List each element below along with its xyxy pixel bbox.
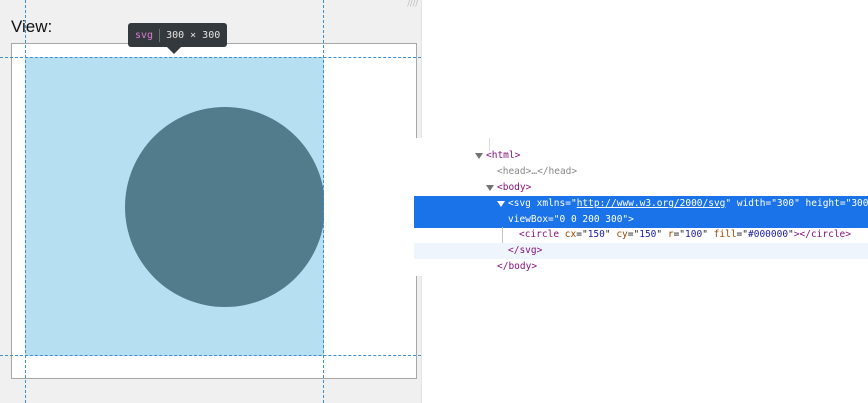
guide-bottom: [0, 355, 421, 356]
svg-height-attr: height: [805, 198, 840, 209]
rendered-circle[interactable]: [125, 107, 324, 307]
svg-close-bracket: >: [628, 214, 634, 225]
svg-close-tag: </svg>: [508, 245, 543, 256]
svg-xmlns-attr: xmlns: [536, 198, 566, 209]
circle-cx-value: 150: [587, 229, 605, 240]
element-size-tooltip: svg 300 × 300: [128, 23, 228, 47]
resize-grip[interactable]: ////: [400, 0, 418, 8]
svg-height-value: 300: [851, 198, 868, 209]
dom-node-html[interactable]: <html>: [414, 148, 868, 164]
dom-node-body[interactable]: <body>: [414, 180, 868, 196]
body-close-tag: </body>: [497, 261, 538, 272]
svg-element-highlight[interactable]: [25, 57, 324, 356]
circle-r-value: 100: [685, 229, 703, 240]
head-open-tag: <head>: [497, 166, 532, 177]
dom-node-circle[interactable]: <circle cx="150" cy="150" r="100" fill="…: [414, 227, 868, 243]
dom-node-svg-selected[interactable]: <svg xmlns="http://www.w3.org/2000/svg" …: [414, 196, 868, 228]
head-close-tag: </head>: [537, 166, 578, 177]
circle-cy-attr: cy: [616, 229, 628, 240]
svg-width-attr: width: [736, 198, 766, 209]
dom-node-head[interactable]: <head>…</head>: [414, 164, 868, 180]
guide-left: [25, 0, 26, 403]
body-open-tag: <body>: [497, 182, 532, 193]
circle-close-tag: ></circle>: [793, 229, 851, 240]
circle-open-tag: <circle: [519, 229, 560, 240]
svg-xmlns-link[interactable]: http://www.w3.org/2000/svg: [577, 198, 726, 209]
circle-fill-value: #000000: [748, 229, 789, 240]
elements-panel: <html> <head>…</head> <body> <svg xmlns=…: [414, 138, 868, 276]
tooltip-tag: svg: [135, 29, 154, 41]
tooltip-dimensions: 300 × 300: [166, 29, 221, 41]
guide-right: [323, 0, 324, 403]
circle-cy-value: 150: [639, 229, 657, 240]
dom-node-body-close[interactable]: </body>: [414, 259, 868, 275]
circle-r-attr: r: [667, 229, 674, 240]
guide-top: [0, 57, 421, 58]
expand-triangle-icon[interactable]: [497, 200, 505, 207]
dom-node-svg-close[interactable]: </svg>: [414, 243, 868, 259]
expand-triangle-icon[interactable]: [486, 184, 494, 191]
tooltip-arrow: [167, 47, 181, 54]
tooltip-divider: [159, 28, 161, 42]
circle-fill-attr: fill: [713, 229, 737, 240]
view-label: View:: [11, 17, 53, 36]
circle-cx-attr: cx: [564, 229, 577, 240]
svg-viewbox-value: 0 0 200 300: [559, 214, 623, 225]
svg-open-tag: <svg: [508, 198, 531, 209]
svg-viewbox-attr: viewBox: [508, 214, 549, 225]
rendered-svg: [125, 107, 324, 307]
svg-width-value: 300: [776, 198, 795, 209]
expand-triangle-icon[interactable]: [475, 152, 483, 159]
html-tag: <html>: [486, 150, 521, 161]
view-panel: //// View: svg 300 × 300: [0, 0, 422, 403]
